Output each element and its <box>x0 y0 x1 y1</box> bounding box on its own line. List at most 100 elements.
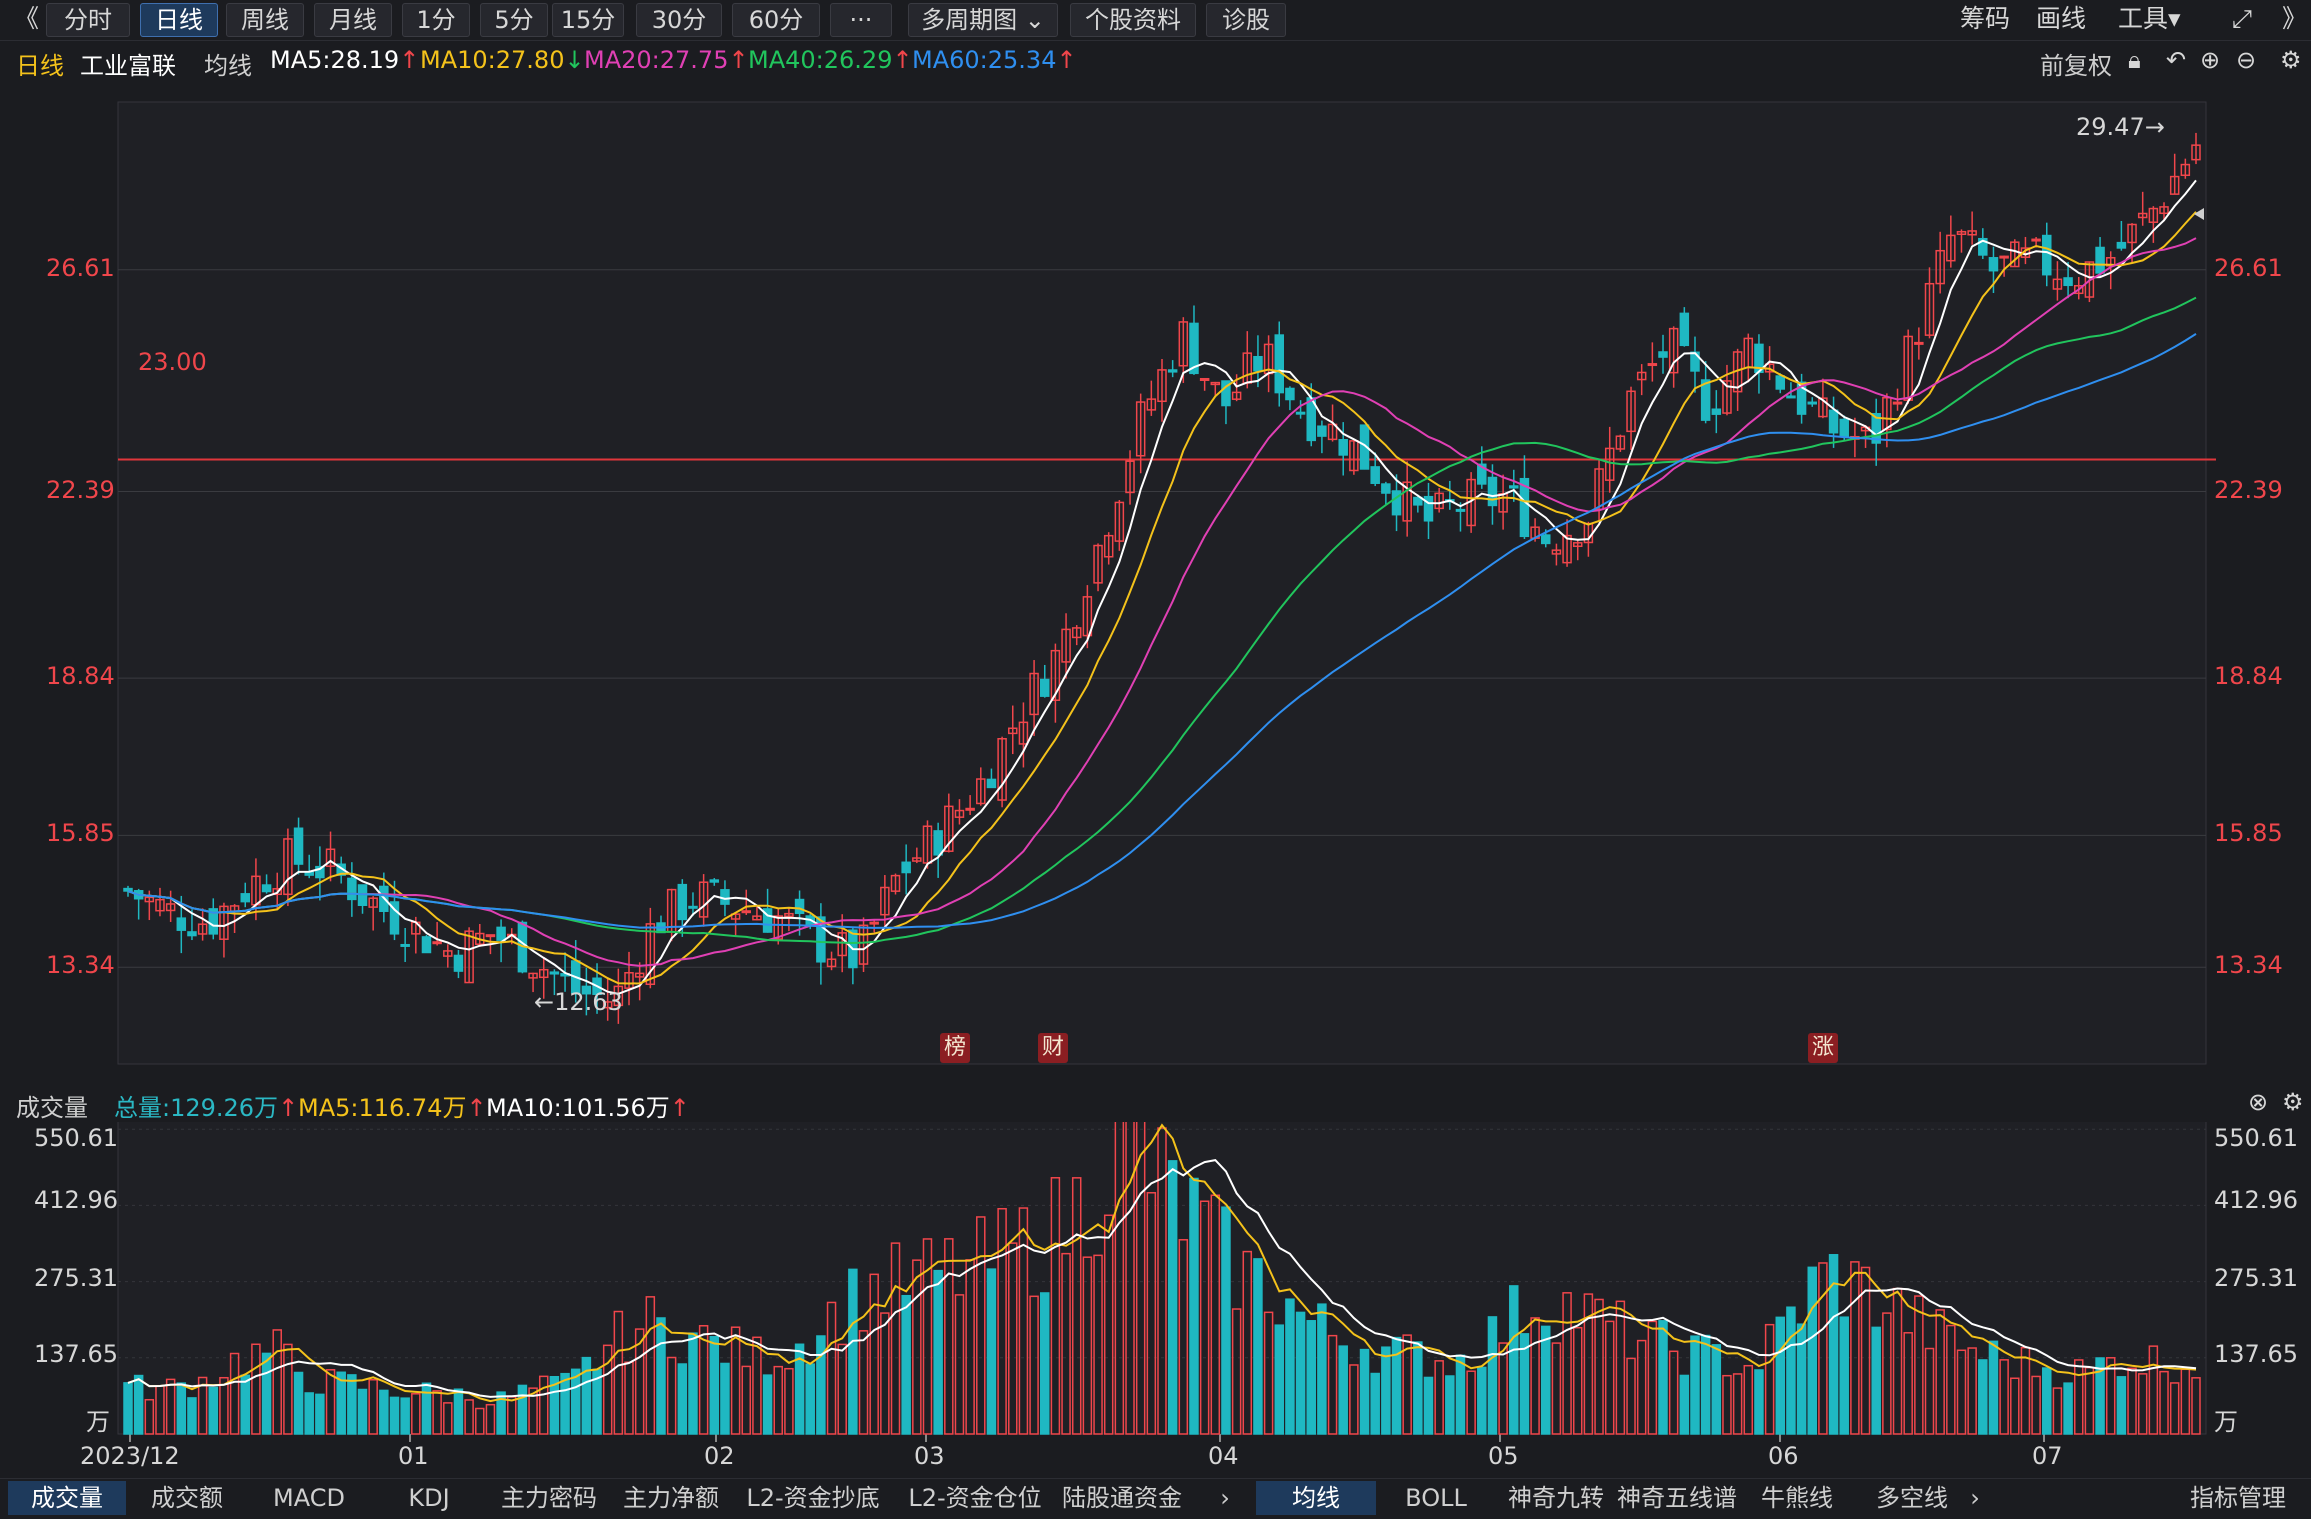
volume-bar <box>293 1371 304 1435</box>
volume-total: 总量:129.26万↑ <box>114 1094 299 1122</box>
indicator-manage-button[interactable]: 指标管理 <box>2176 1481 2300 1515</box>
limit-up-badge[interactable]: 涨 <box>1808 1033 1838 1063</box>
indicator-tab-0[interactable]: 成交量 <box>8 1481 126 1515</box>
price-tick-right: 13.34 <box>2214 951 2283 980</box>
overlay-tab-4[interactable]: 牛熊线 <box>1738 1481 1856 1515</box>
overlay-tab-0[interactable]: 均线 <box>1256 1481 1376 1515</box>
candle-body <box>1381 483 1391 494</box>
candle-body <box>453 954 464 972</box>
candle-body <box>709 879 720 883</box>
volume-bar <box>2042 1367 2052 1435</box>
volume-info-bar: 成交量 总量:129.26万↑ MA5:116.74万↑ MA10:101.56… <box>0 1084 2311 1122</box>
price-tick-right: 22.39 <box>2214 475 2283 504</box>
indicator-tab-7[interactable]: L2-资金仓位 <box>894 1481 1056 1515</box>
volume-bar <box>1381 1346 1391 1435</box>
volume-tick-right: 万 <box>2214 1408 2238 1436</box>
volume-tick-left: 412.96 <box>34 1186 118 1214</box>
volume-tick-left: 137.65 <box>34 1340 118 1368</box>
volume-ma10: MA10:101.56万↑ <box>486 1094 690 1122</box>
volume-gear-icon[interactable]: ⚙ <box>2282 1088 2304 1116</box>
price-tick-left: 22.39 <box>46 475 115 504</box>
candle-body <box>1253 355 1263 372</box>
volume-bar <box>421 1382 432 1435</box>
price-tick-left: 13.34 <box>46 951 115 980</box>
candle-body <box>1285 387 1295 401</box>
candle-body <box>688 905 698 909</box>
volume-bar <box>261 1352 272 1435</box>
volume-bar <box>315 1393 325 1435</box>
volume-bar <box>1189 1177 1199 1435</box>
volume-bar <box>1796 1323 1807 1435</box>
candle-body <box>1786 395 1796 399</box>
indicator-tabs-bar: 成交量 成交额 MACD KDJ 主力密码 主力净额 L2-资金抄底 L2-资金仓位 陆股通资金… <box>0 1478 2311 1519</box>
candle-body <box>1807 401 1817 405</box>
candle-body <box>1839 418 1849 438</box>
volume-tick-right: 275.31 <box>2214 1264 2298 1292</box>
price-tick-left: 26.61 <box>46 253 115 282</box>
candle-body <box>1487 476 1498 507</box>
candle-body <box>869 921 879 925</box>
volume-bar <box>1541 1325 1551 1435</box>
volume-bar <box>133 1374 144 1435</box>
candle-body <box>123 887 133 892</box>
candle-body <box>965 807 975 811</box>
volume-bar <box>720 1362 730 1435</box>
close-icon[interactable]: ⊗ <box>2248 1088 2268 1116</box>
volume-bar <box>1658 1320 1668 1435</box>
candle-body <box>1711 408 1722 415</box>
candle-body <box>2042 234 2052 276</box>
chevron-right-icon-2[interactable]: › <box>1960 1481 1990 1515</box>
finance-badge[interactable]: 财 <box>1038 1033 1068 1063</box>
price-tick-right: 18.84 <box>2214 662 2283 691</box>
overlay-tab-3[interactable]: 神奇五线谱 <box>1616 1481 1738 1515</box>
indicator-tab-5[interactable]: 主力净额 <box>610 1481 732 1515</box>
volume-bar <box>1274 1324 1285 1435</box>
candle-body <box>1295 411 1306 415</box>
volume-bar <box>933 1269 943 1435</box>
volume-bar <box>2063 1382 2073 1435</box>
volume-bar <box>656 1317 666 1435</box>
candle-body <box>1274 334 1285 394</box>
volume-bar <box>1978 1359 1988 1435</box>
volume-bar <box>1317 1303 1327 1435</box>
candle-body <box>1541 534 1551 545</box>
indicator-tab-6[interactable]: L2-资金抄底 <box>732 1481 894 1515</box>
low-annotation: ←12.63 <box>534 988 623 1016</box>
candle-body <box>496 926 506 941</box>
volume-bar <box>581 1356 592 1435</box>
volume-bar <box>1711 1344 1722 1435</box>
list-badge[interactable]: 榜 <box>940 1033 970 1063</box>
overlay-tab-2[interactable]: 神奇九转 <box>1496 1481 1616 1515</box>
indicator-tab-2[interactable]: MACD <box>248 1481 370 1515</box>
kline-chart[interactable] <box>0 0 2311 1480</box>
volume-bar <box>336 1371 346 1435</box>
volume-bar <box>2116 1376 2127 1435</box>
candle-body <box>741 910 752 914</box>
indicator-tab-4[interactable]: 主力密码 <box>488 1481 610 1515</box>
volume-bar <box>1679 1374 1690 1435</box>
candle-body <box>1988 257 1999 272</box>
indicator-tab-8[interactable]: 陆股通资金 <box>1056 1481 1188 1515</box>
high-annotation: 29.47→ <box>2076 113 2165 141</box>
candle-body <box>1828 409 1839 434</box>
candle-body <box>187 931 197 937</box>
candle-body <box>485 934 496 938</box>
volume-bar <box>816 1335 826 1435</box>
candle-body <box>176 917 187 931</box>
time-tick-label: 01 <box>398 1442 429 1470</box>
candle-body <box>421 936 432 954</box>
volume-bar <box>1988 1340 1999 1435</box>
chevron-right-icon[interactable]: › <box>1210 1481 1240 1515</box>
volume-bar <box>560 1372 570 1435</box>
indicator-tab-3[interactable]: KDJ <box>370 1481 488 1515</box>
time-tick-label: 02 <box>704 1442 735 1470</box>
overlay-tab-5[interactable]: 多空线 <box>1856 1481 1968 1515</box>
candle-body <box>1658 351 1668 358</box>
overlay-tab-1[interactable]: BOLL <box>1376 1481 1496 1515</box>
candle-body <box>1338 439 1348 456</box>
candle-body <box>1199 377 1210 381</box>
indicator-tab-1[interactable]: 成交额 <box>126 1481 248 1515</box>
volume-tick-right: 550.61 <box>2214 1124 2298 1152</box>
candle-body <box>986 778 997 789</box>
volume-bar <box>453 1388 464 1435</box>
